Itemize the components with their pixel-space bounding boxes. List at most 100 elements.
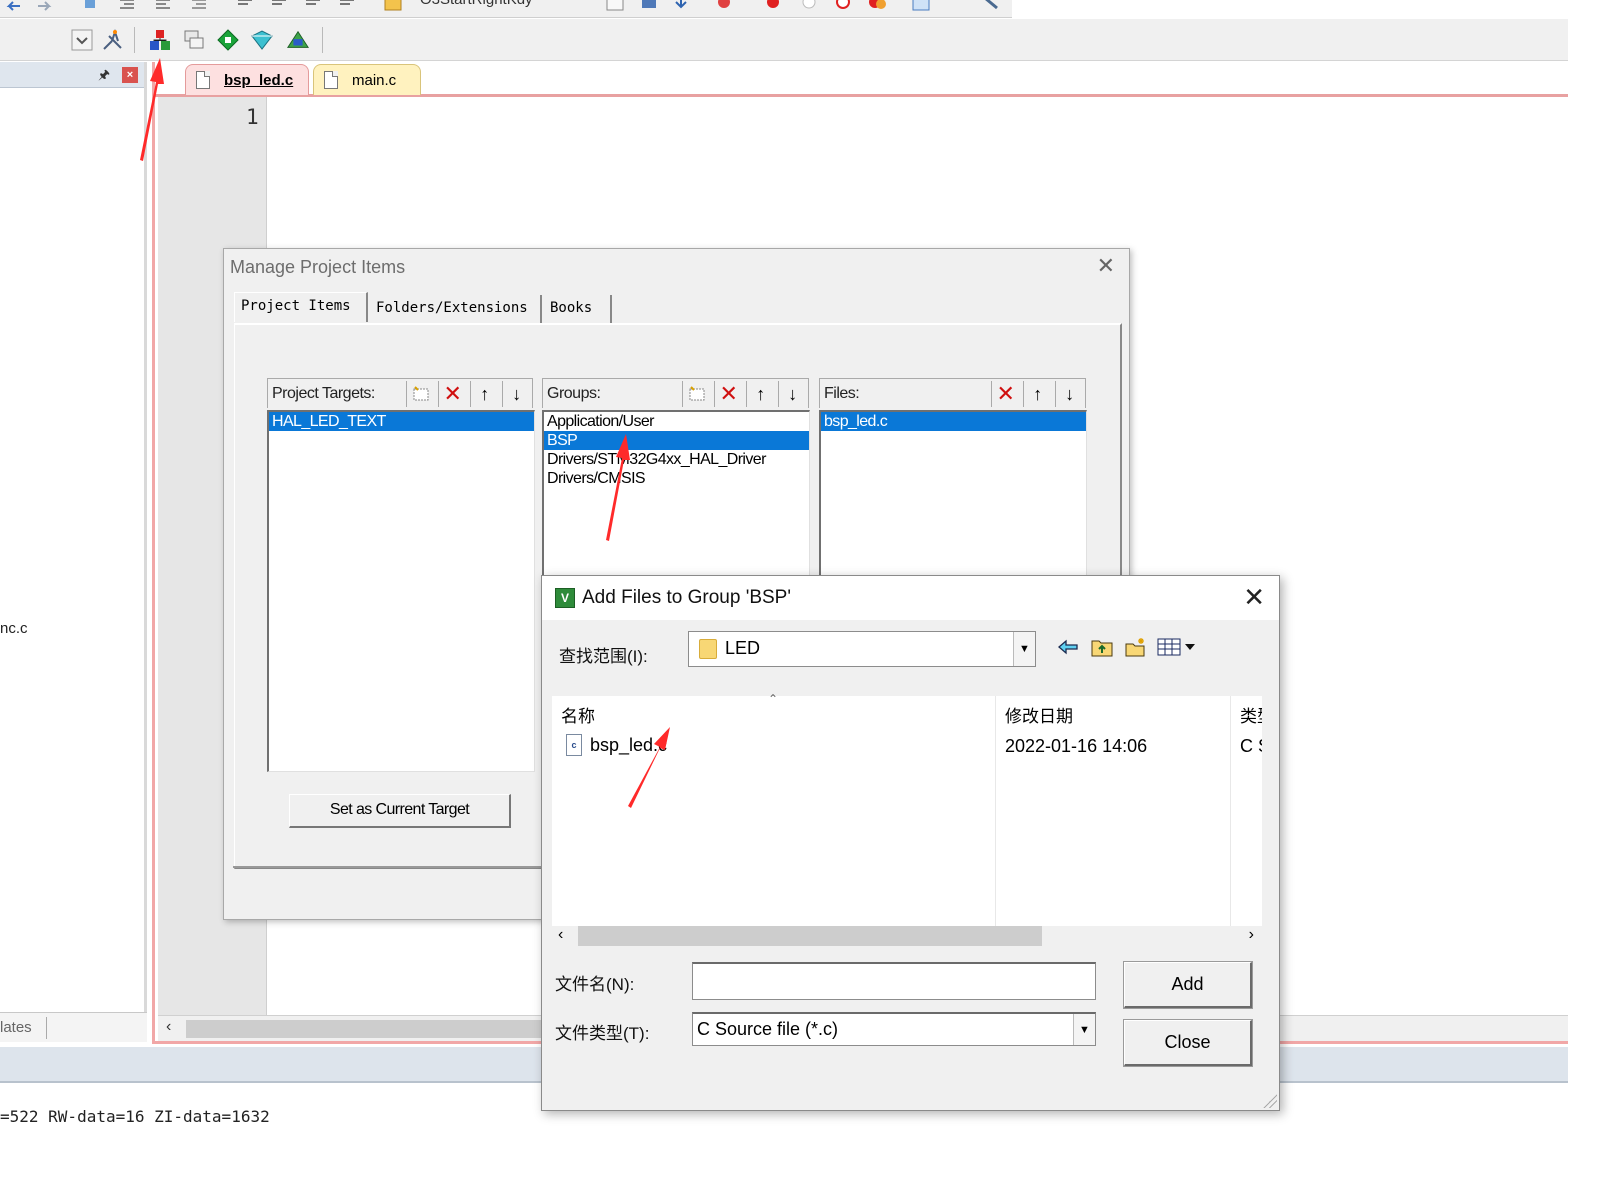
- green-diamond-icon[interactable]: [216, 28, 240, 52]
- zoom-icon[interactable]: [716, 0, 734, 12]
- files-list[interactable]: bsp_led.c: [819, 410, 1087, 576]
- dropdown-icon[interactable]: [606, 0, 624, 12]
- find-in-files-icon[interactable]: [384, 0, 402, 12]
- file-list-horizontal-scrollbar[interactable]: ‹ ›: [552, 926, 1262, 948]
- indent-icon[interactable]: [118, 0, 136, 12]
- file-row[interactable]: c bsp_led.c: [566, 734, 667, 756]
- move-down-icon[interactable]: ↓: [778, 381, 806, 407]
- wrench-icon[interactable]: [982, 0, 1000, 12]
- add-files-dialog: V Add Files to Group 'BSP' ✕ 查找范围(I): LE…: [541, 575, 1280, 1111]
- editor-tabs: bsp_led.c main.c: [155, 62, 1568, 97]
- list-item[interactable]: HAL_LED_TEXT: [269, 412, 534, 431]
- move-up-icon[interactable]: ↑: [1023, 381, 1051, 407]
- back-icon[interactable]: [1054, 634, 1082, 660]
- format2-icon[interactable]: [270, 0, 288, 12]
- breakpoint-all-icon[interactable]: [868, 0, 886, 12]
- resize-grip[interactable]: [1263, 1094, 1277, 1108]
- app-icon: V: [555, 588, 575, 608]
- delete-group-icon[interactable]: ✕: [714, 381, 742, 407]
- dialog-titlebar[interactable]: V Add Files to Group 'BSP' ✕: [542, 576, 1279, 620]
- column-name-header[interactable]: 名称: [561, 702, 595, 727]
- list-item[interactable]: Application/User: [544, 412, 809, 431]
- pin-icon[interactable]: 🖈: [98, 66, 110, 88]
- delete-file-icon[interactable]: ✕: [991, 381, 1019, 407]
- scroll-thumb[interactable]: [186, 1020, 546, 1038]
- breakpoint-kill-icon[interactable]: [834, 0, 852, 12]
- project-tree-file[interactable]: nc.c: [0, 620, 28, 637]
- divider: [233, 866, 541, 868]
- scroll-thumb[interactable]: [578, 926, 1042, 946]
- file-icon: [324, 71, 338, 89]
- lookin-combo[interactable]: LED ▼: [688, 631, 1036, 667]
- close-icon[interactable]: ✕: [1097, 253, 1115, 279]
- targets-caption: Project Targets:: [272, 385, 375, 402]
- tab-main-c[interactable]: main.c: [313, 64, 421, 95]
- file-list[interactable]: ⌃ 名称 修改日期 类型 C Source c bsp_led.c 2022-0…: [552, 692, 1262, 926]
- move-down-icon[interactable]: ↓: [1055, 381, 1083, 407]
- move-up-icon[interactable]: ↑: [470, 381, 498, 407]
- targets-list[interactable]: HAL_LED_TEXT: [267, 410, 535, 772]
- move-up-icon[interactable]: ↑: [746, 381, 774, 407]
- tab-label: bsp_led.c: [224, 71, 294, 89]
- tab-folders-extensions[interactable]: Folders/Extensions: [370, 295, 542, 323]
- new-target-icon[interactable]: [406, 381, 434, 407]
- chevron-down-icon[interactable]: ▼: [1073, 1014, 1095, 1045]
- filename-input[interactable]: [692, 962, 1096, 1000]
- new-folder-icon[interactable]: [1122, 634, 1150, 660]
- list-item[interactable]: Drivers/CMSIS: [544, 469, 809, 488]
- files-caption: Files:: [824, 385, 860, 402]
- move-down-icon[interactable]: ↓: [502, 381, 530, 407]
- tab-books[interactable]: Books: [544, 295, 612, 323]
- breakpoint-disable-icon[interactable]: [800, 0, 818, 12]
- outdent-icon[interactable]: [154, 0, 172, 12]
- close-button[interactable]: Close: [1123, 1019, 1253, 1067]
- format4-icon[interactable]: [338, 0, 356, 12]
- column-date-header[interactable]: 修改日期: [1005, 702, 1073, 727]
- pack-installer-icon[interactable]: [286, 28, 310, 52]
- column-type-header[interactable]: 类型: [1240, 702, 1262, 727]
- forward-arrow-icon[interactable]: [36, 0, 54, 12]
- up-folder-icon[interactable]: [1088, 634, 1116, 660]
- scroll-right-icon[interactable]: ›: [1249, 926, 1254, 944]
- breakpoint-icon[interactable]: [764, 0, 782, 12]
- target-dropdown-icon[interactable]: [70, 28, 94, 52]
- debug-icon[interactable]: [640, 0, 658, 12]
- format-icon[interactable]: [236, 0, 254, 12]
- comment-icon[interactable]: [190, 0, 208, 12]
- chevron-down-icon[interactable]: ▼: [1013, 632, 1035, 666]
- target-options-icon[interactable]: [101, 28, 125, 52]
- file-icon: [196, 71, 210, 89]
- panel-close-icon[interactable]: ×: [122, 67, 138, 83]
- manage-project-items-icon[interactable]: [148, 28, 172, 52]
- set-as-current-target-button[interactable]: Set as Current Target: [289, 794, 511, 828]
- list-item[interactable]: Drivers/STM32G4xx_HAL_Driver: [544, 450, 809, 469]
- templates-tab[interactable]: lates: [0, 1019, 32, 1036]
- targets-header: Project Targets: ✕ ↑ ↓: [267, 378, 533, 408]
- format3-icon[interactable]: [304, 0, 322, 12]
- panel-tabs: lates: [0, 1012, 147, 1042]
- view-menu-icon[interactable]: [1156, 634, 1198, 660]
- close-icon[interactable]: ✕: [1243, 582, 1265, 613]
- bookmark-icon[interactable]: [82, 0, 100, 12]
- list-item[interactable]: BSP: [544, 431, 809, 450]
- window-layout-icon[interactable]: [912, 0, 930, 12]
- copy-settings-icon[interactable]: [182, 28, 206, 52]
- delete-target-icon[interactable]: ✕: [438, 381, 466, 407]
- dialog-title: Manage Project Items: [230, 257, 406, 277]
- scroll-left-icon[interactable]: ‹: [558, 926, 563, 944]
- files-header: Files: ✕ ↑ ↓: [819, 378, 1086, 408]
- back-arrow-icon[interactable]: [4, 0, 22, 12]
- groups-caption: Groups:: [547, 385, 601, 402]
- new-group-icon[interactable]: [682, 381, 710, 407]
- lookin-value: LED: [725, 638, 761, 658]
- groups-list[interactable]: Application/User BSP Drivers/STM32G4xx_H…: [542, 410, 810, 576]
- scroll-left-icon[interactable]: ‹: [166, 1018, 171, 1036]
- filename-label: 文件名(N):: [555, 975, 635, 994]
- filetype-combo[interactable]: C Source file (*.c) ▼: [692, 1012, 1096, 1046]
- list-item[interactable]: bsp_led.c: [821, 412, 1086, 431]
- download-icon[interactable]: [672, 0, 690, 12]
- tab-bsp-led-c[interactable]: bsp_led.c: [185, 64, 309, 95]
- tab-project-items[interactable]: Project Items: [234, 292, 368, 322]
- event-recorder-icon[interactable]: [250, 28, 274, 52]
- add-button[interactable]: Add: [1123, 961, 1253, 1009]
